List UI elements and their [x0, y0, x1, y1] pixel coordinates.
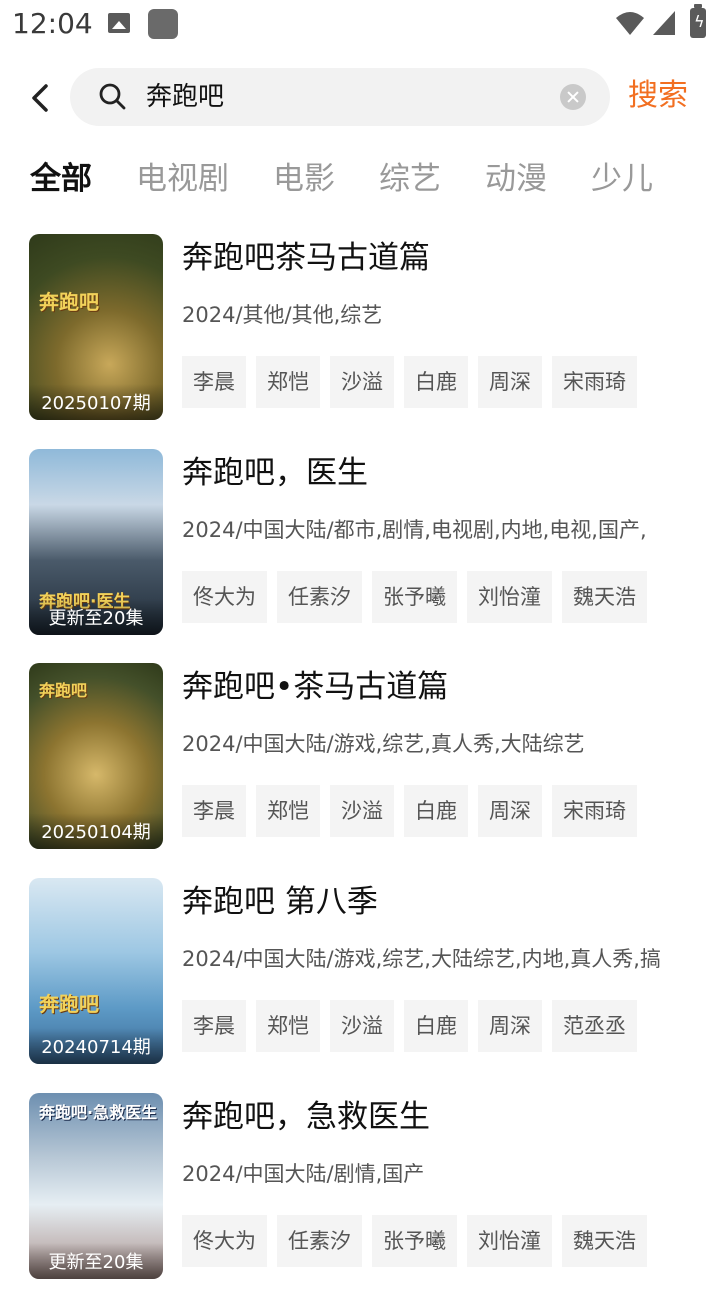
- cast-tag[interactable]: 白鹿: [404, 356, 468, 408]
- poster-thumbnail[interactable]: 奔跑吧 20240714期: [29, 878, 163, 1065]
- episode-badge: 20250107期: [29, 384, 163, 420]
- result-title[interactable]: 奔跑吧•茶马古道篇: [182, 667, 448, 707]
- cast-tag[interactable]: 周深: [478, 356, 542, 408]
- cast-tag[interactable]: 周深: [478, 1000, 542, 1053]
- status-time: 12:04: [12, 7, 93, 40]
- cast-tag[interactable]: 张予曦: [372, 1214, 457, 1267]
- cast-tag[interactable]: 白鹿: [404, 785, 468, 838]
- category-tabs: 全部 电视剧 电影 综艺 动漫 少儿: [30, 156, 697, 206]
- status-bar: 12:04 ϟ: [0, 0, 720, 50]
- result-item[interactable]: 奔跑吧 20250104期 奔跑吧•茶马古道篇 2024/中国大陆/游戏,综艺,…: [0, 661, 720, 876]
- result-meta: 2024/中国大陆/剧情,国产: [182, 1161, 425, 1186]
- cast-tag[interactable]: 郑恺: [256, 785, 320, 838]
- cast-tag[interactable]: 李晨: [182, 1000, 246, 1053]
- result-meta: 2024/其他/其他,综艺: [182, 303, 383, 327]
- search-input[interactable]: 奔跑吧: [70, 68, 610, 126]
- tab-all[interactable]: 全部: [30, 156, 92, 206]
- poster-logo: 奔跑吧: [39, 290, 99, 314]
- clear-search-icon[interactable]: [560, 84, 586, 110]
- result-meta: 2024/中国大陆/游戏,综艺,大陆综艺,内地,真人秀,搞: [182, 947, 661, 972]
- cast-tag[interactable]: 郑恺: [256, 1000, 320, 1053]
- cast-tag[interactable]: 范丞丞: [552, 1000, 637, 1053]
- cast-tag[interactable]: 魏天浩: [562, 570, 647, 623]
- cast-tag[interactable]: 郑恺: [256, 356, 320, 408]
- search-query-text[interactable]: 奔跑吧: [146, 80, 224, 114]
- result-item[interactable]: 奔跑吧·医生 更新至20集 奔跑吧，医生 2024/中国大陆/都市,剧情,电视剧…: [0, 447, 720, 662]
- cast-tags: 李晨 郑恺 沙溢 白鹿 周深 宋雨琦: [182, 785, 647, 838]
- cast-tag[interactable]: 白鹿: [404, 1000, 468, 1053]
- cast-tag[interactable]: 李晨: [182, 356, 246, 408]
- cast-tag[interactable]: 沙溢: [330, 1000, 394, 1053]
- tab-kids[interactable]: 少儿: [591, 156, 653, 206]
- result-item[interactable]: 奔跑吧 20250107期 奔跑吧茶马古道篇 2024/其他/其他,综艺 李晨 …: [0, 232, 720, 447]
- result-title[interactable]: 奔跑吧 第八季: [182, 882, 378, 922]
- tab-movies[interactable]: 电影: [273, 156, 335, 206]
- tab-variety[interactable]: 综艺: [379, 156, 441, 206]
- cast-tag[interactable]: 周深: [478, 785, 542, 838]
- cast-tag[interactable]: 刘怡潼: [467, 1214, 552, 1267]
- poster-logo: 奔跑吧: [39, 681, 88, 701]
- cast-tag[interactable]: 佟大为: [182, 570, 267, 623]
- poster-logo: 奔跑吧·急救医生: [39, 1102, 158, 1122]
- poster-thumbnail[interactable]: 奔跑吧·急救医生 更新至20集: [29, 1092, 163, 1279]
- poster-thumbnail[interactable]: 奔跑吧 20250107期: [29, 234, 163, 420]
- back-arrow-icon[interactable]: [24, 78, 58, 118]
- app-notification-icon: [148, 9, 178, 39]
- result-meta: 2024/中国大陆/都市,剧情,电视剧,内地,电视,国产,: [182, 517, 647, 542]
- result-item[interactable]: 奔跑吧·急救医生 更新至20集 奔跑吧，急救医生 2024/中国大陆/剧情,国产…: [0, 1091, 720, 1305]
- search-icon: [99, 83, 126, 110]
- cast-tag[interactable]: 刘怡潼: [467, 570, 552, 623]
- cast-tags: 李晨 郑恺 沙溢 白鹿 周深 宋雨琦: [182, 356, 647, 408]
- cast-tag[interactable]: 宋雨琦: [552, 356, 637, 408]
- tab-anime[interactable]: 动漫: [485, 156, 547, 206]
- result-title[interactable]: 奔跑吧，医生: [182, 453, 368, 493]
- cast-tags: 李晨 郑恺 沙溢 白鹿 周深 范丞丞: [182, 1000, 647, 1053]
- cast-tags: 佟大为 任素汐 张予曦 刘怡潼 魏天浩: [182, 1214, 657, 1267]
- episode-badge: 更新至20集: [29, 598, 163, 635]
- image-notification-icon: [108, 13, 130, 33]
- result-title[interactable]: 奔跑吧，急救医生: [182, 1097, 430, 1137]
- cast-tag[interactable]: 沙溢: [330, 356, 394, 408]
- episode-badge: 20250104期: [29, 813, 163, 850]
- cast-tag[interactable]: 沙溢: [330, 785, 394, 838]
- cast-tag[interactable]: 任素汐: [277, 1214, 362, 1267]
- result-meta: 2024/中国大陆/游戏,综艺,真人秀,大陆综艺: [182, 732, 585, 757]
- cast-tag[interactable]: 佟大为: [182, 1214, 267, 1267]
- cast-tag[interactable]: 任素汐: [277, 570, 362, 623]
- result-item[interactable]: 奔跑吧 20240714期 奔跑吧 第八季 2024/中国大陆/游戏,综艺,大陆…: [0, 876, 720, 1091]
- cellular-signal-icon: [653, 11, 675, 35]
- battery-charging-icon: ϟ: [690, 4, 706, 38]
- cast-tags: 佟大为 任素汐 张予曦 刘怡潼 魏天浩: [182, 570, 657, 623]
- cast-tag[interactable]: 宋雨琦: [552, 785, 637, 838]
- cast-tag[interactable]: 魏天浩: [562, 1214, 647, 1267]
- poster-logo: 奔跑吧: [39, 992, 99, 1017]
- poster-thumbnail[interactable]: 奔跑吧 20250104期: [29, 663, 163, 850]
- episode-badge: 20240714期: [29, 1028, 163, 1065]
- tab-tv-series[interactable]: 电视剧: [136, 156, 229, 206]
- search-results-list: 奔跑吧 20250107期 奔跑吧茶马古道篇 2024/其他/其他,综艺 李晨 …: [0, 232, 720, 1305]
- poster-thumbnail[interactable]: 奔跑吧·医生 更新至20集: [29, 448, 163, 635]
- result-title[interactable]: 奔跑吧茶马古道篇: [182, 238, 430, 278]
- cast-tag[interactable]: 李晨: [182, 785, 246, 838]
- search-button[interactable]: 搜索: [628, 76, 688, 116]
- episode-badge: 更新至20集: [29, 1242, 163, 1279]
- wifi-icon: [616, 12, 644, 35]
- cast-tag[interactable]: 张予曦: [372, 570, 457, 623]
